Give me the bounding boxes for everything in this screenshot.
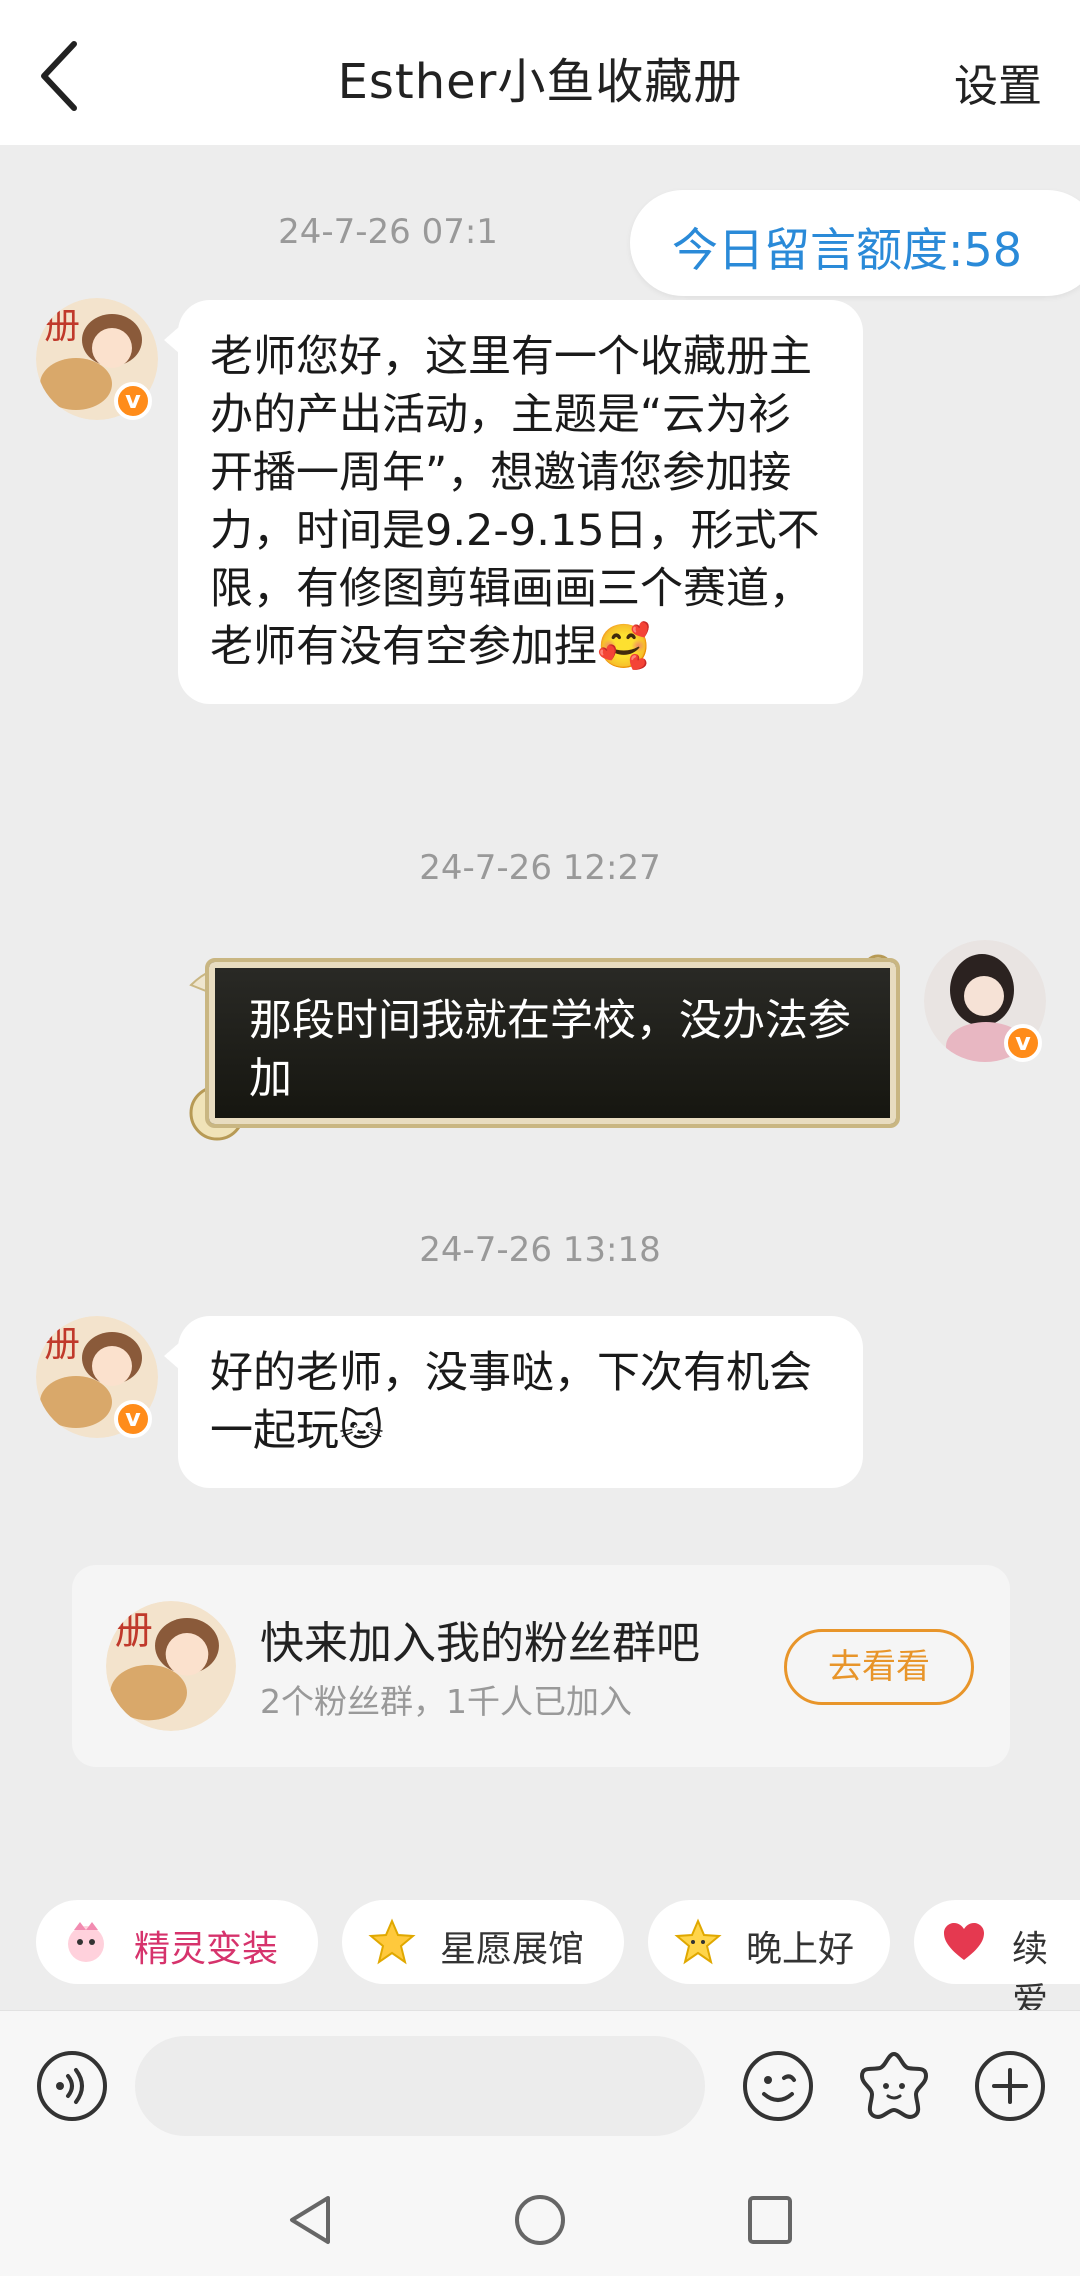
quota-pill: 今日留言额度:58 xyxy=(630,190,1080,296)
svg-text:册: 册 xyxy=(44,1324,80,1365)
message-bubble: 好的老师，没事哒，下次有机会一起玩🐱 xyxy=(164,1316,863,1488)
voice-icon[interactable] xyxy=(34,2048,110,2124)
quota-label: 今日留言额度:58 xyxy=(672,223,1023,277)
star-face-icon xyxy=(674,1918,722,1965)
verified-badge-icon xyxy=(114,382,152,420)
chip-label: 续爱 xyxy=(1012,1929,1049,2022)
verified-badge-icon xyxy=(1004,1024,1042,1062)
add-icon[interactable] xyxy=(972,2048,1048,2124)
chip-star-wish[interactable]: 星愿展馆 xyxy=(342,1900,624,1984)
svg-text:册: 册 xyxy=(44,306,80,347)
message-bubble: 老师您好，这里有一个收藏册主办的产出活动，主题是“云为衫开播一周年”，想邀请您参… xyxy=(164,300,863,704)
settings-button[interactable]: 设置 xyxy=(954,50,1042,114)
verified-badge-icon xyxy=(114,1400,152,1438)
timestamp: 24-7-26 13:18 xyxy=(419,1230,661,1270)
chip-label: 精灵变装 xyxy=(134,1929,279,1970)
heart-icon xyxy=(944,1923,984,1960)
star-icon xyxy=(368,1918,416,1965)
system-nav-bar xyxy=(0,2170,1080,2276)
page-title: Esther小鱼收藏册 xyxy=(337,54,743,110)
view-fan-group-button[interactable]: 去看看 xyxy=(784,1629,974,1705)
sticker-icon[interactable] xyxy=(856,2048,932,2124)
top-bar: Esther小鱼收藏册 设置 xyxy=(0,0,1080,145)
timestamp: 24-7-26 12:27 xyxy=(419,848,661,888)
input-bar xyxy=(0,2010,1080,2170)
chip-sprite-costume[interactable]: 精灵变装 xyxy=(36,1900,318,1984)
emoji-icon[interactable] xyxy=(740,2048,816,2124)
fan-group-title: 快来加入我的粉丝群吧 xyxy=(260,1618,700,1669)
svg-text:册: 册 xyxy=(115,1609,153,1654)
fan-group-card[interactable]: 册 快来加入我的粉丝群吧 2个粉丝群，1千人已加入 去看看 xyxy=(72,1565,1010,1767)
chip-label: 晚上好 xyxy=(746,1929,855,1970)
fan-group-subtitle: 2个粉丝群，1千人已加入 xyxy=(260,1682,632,1721)
my-message-bubble: 那段时间我就在学校，没办法参加 xyxy=(205,958,900,1128)
nav-back-icon[interactable] xyxy=(280,2190,340,2250)
chip-good-evening[interactable]: 晚上好 xyxy=(648,1900,890,1984)
nav-recents-icon[interactable] xyxy=(740,2190,800,2250)
chip-label: 星愿展馆 xyxy=(440,1929,585,1970)
message-input[interactable] xyxy=(135,2036,705,2136)
chip-continue-love[interactable]: 续爱 xyxy=(914,1900,1080,2022)
sprite-icon xyxy=(68,1922,104,1962)
fan-group-avatar: 册 xyxy=(106,1601,236,1731)
nav-home-icon[interactable] xyxy=(510,2190,570,2250)
